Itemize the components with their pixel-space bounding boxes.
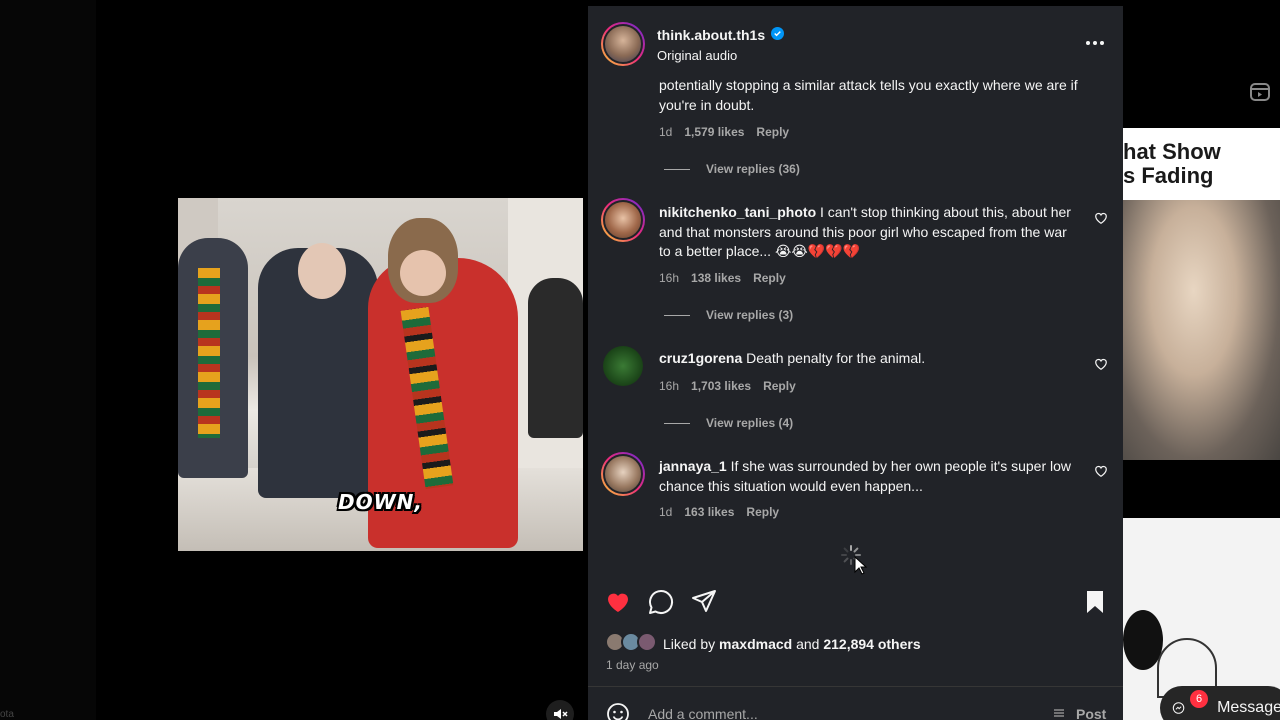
thumbnail-title-line: s Fading	[1123, 163, 1214, 188]
comment-meta: 1d 1,579 likes Reply	[659, 125, 789, 139]
save-bookmark-icon[interactable]	[1081, 588, 1109, 616]
liked-by-prefix: Liked by	[663, 636, 716, 652]
comment-like-heart-icon[interactable]	[1094, 464, 1108, 478]
view-replies-button[interactable]: View replies (3)	[664, 308, 793, 322]
reels-icon[interactable]	[1250, 82, 1270, 102]
messenger-icon	[1172, 702, 1185, 714]
comment-body: nikitchenko_tani_photo I can't stop thin…	[659, 203, 1079, 262]
divider	[588, 686, 1123, 687]
commenter-username[interactable]: cruz1gorena	[659, 350, 742, 366]
more-options-button[interactable]	[1083, 36, 1107, 50]
messages-button[interactable]: Messages	[1160, 686, 1280, 720]
comment-likes[interactable]: 1,703 likes	[691, 379, 751, 393]
thumbnail-photo	[1123, 200, 1280, 460]
comment-like-heart-icon[interactable]	[1094, 357, 1108, 371]
commenter-avatar[interactable]	[601, 452, 645, 496]
comment-text: Death penalty for the animal.	[746, 350, 926, 366]
video-person	[528, 278, 583, 438]
messages-badge: 6	[1190, 690, 1208, 708]
video-person-head	[298, 243, 346, 299]
post-time: 1 day ago	[606, 658, 659, 672]
reply-button[interactable]: Reply	[746, 505, 779, 519]
video-kente-stole	[198, 268, 220, 438]
corner-label: ota	[0, 709, 14, 720]
post-comment-button[interactable]: Post	[1076, 706, 1106, 720]
mute-icon[interactable]	[546, 700, 574, 720]
view-replies-button[interactable]: View replies (4)	[664, 416, 793, 430]
post-header: think.about.th1s Original audio	[588, 6, 1123, 82]
liked-by-text: Liked by maxdmacd and 212,894 others	[663, 636, 921, 652]
comment-like-heart-icon[interactable]	[1094, 211, 1108, 225]
suggested-reel-thumbnail[interactable]: hat Show s Fading	[1123, 128, 1280, 460]
comment-text: potentially stopping a similar attack te…	[659, 77, 1078, 113]
likes-count[interactable]: 212,894 others	[823, 636, 920, 652]
author-avatar[interactable]	[601, 22, 645, 66]
comment-age: 16h	[659, 271, 680, 285]
comment-meta: 16h 138 likes Reply	[659, 271, 786, 285]
comment-age: 1d	[659, 505, 673, 519]
post-actions	[588, 584, 1123, 620]
emoji-icon[interactable]	[606, 702, 630, 720]
liked-by-user[interactable]: maxdmacd	[719, 636, 792, 652]
reply-button[interactable]: Reply	[763, 379, 796, 393]
liked-by-joiner: and	[796, 636, 820, 652]
commenter-username[interactable]: nikitchenko_tani_photo	[659, 204, 816, 220]
reply-button[interactable]: Reply	[756, 125, 789, 139]
commenter-username[interactable]: jannaya_1	[659, 458, 727, 474]
comment-body: cruz1gorena Death penalty for the animal…	[659, 349, 1079, 369]
comment-likes[interactable]: 163 likes	[684, 505, 734, 519]
liker-avatar	[637, 632, 657, 652]
reply-button[interactable]: Reply	[753, 271, 786, 285]
comment-input[interactable]	[648, 706, 1028, 720]
liked-by-avatars	[605, 632, 661, 654]
commenter-avatar[interactable]	[601, 198, 645, 242]
verified-badge-icon	[771, 27, 784, 40]
thumbnail-title-line: hat Show	[1123, 139, 1221, 164]
comment-age: 16h	[659, 379, 680, 393]
comment-meta: 1d 163 likes Reply	[659, 505, 779, 519]
video-caption: DOWN,	[338, 490, 423, 514]
resize-grip-icon[interactable]	[1054, 708, 1064, 718]
reel-video[interactable]: DOWN,	[178, 198, 583, 551]
comment-likes[interactable]: 138 likes	[691, 271, 741, 285]
comment-likes[interactable]: 1,579 likes	[684, 125, 744, 139]
audio-label[interactable]: Original audio	[657, 48, 737, 63]
messages-label: Messages	[1217, 699, 1280, 716]
mouse-cursor-icon	[854, 556, 868, 575]
video-person-face	[400, 250, 446, 296]
view-replies-label: View replies (36)	[706, 162, 800, 176]
thumbnail-title: hat Show s Fading	[1123, 140, 1221, 188]
comment-icon[interactable]	[647, 588, 675, 616]
commenter-avatar[interactable]	[603, 346, 643, 386]
add-comment-bar: Post	[588, 696, 1123, 720]
view-replies-label: View replies (3)	[706, 308, 794, 322]
author-username[interactable]: think.about.th1s	[657, 27, 765, 43]
share-icon[interactable]	[690, 588, 718, 616]
backdrop-strip	[0, 0, 96, 720]
comment-meta: 16h 1,703 likes Reply	[659, 379, 796, 393]
post-panel: think.about.th1s Original audio potentia…	[588, 6, 1123, 720]
like-heart-icon[interactable]	[604, 588, 632, 616]
view-replies-button[interactable]: View replies (36)	[664, 162, 800, 176]
comment-age: 1d	[659, 125, 673, 139]
view-replies-label: View replies (4)	[706, 416, 794, 430]
comment-body: jannaya_1 If she was surrounded by her o…	[659, 457, 1079, 496]
